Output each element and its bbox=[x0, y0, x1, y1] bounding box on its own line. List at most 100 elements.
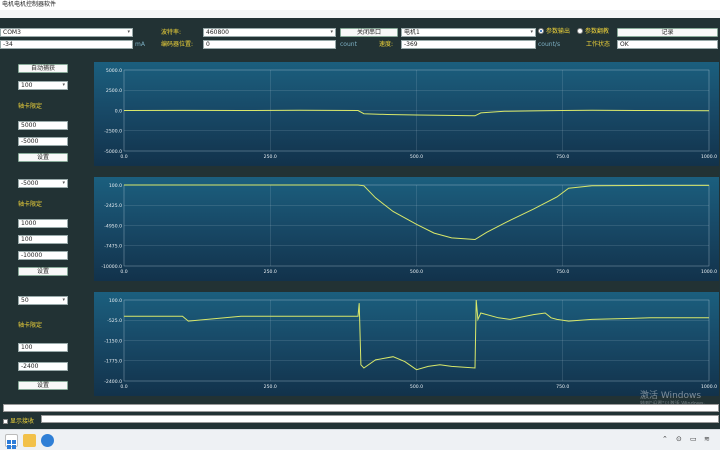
p3-field-2[interactable]: -2400 bbox=[18, 362, 68, 371]
y-tick-label: -1150.0 bbox=[104, 338, 122, 344]
current-field[interactable]: -34 bbox=[0, 40, 133, 49]
baud-label: 波特率: bbox=[161, 29, 182, 36]
p2-field-2[interactable]: 100 bbox=[18, 235, 68, 244]
chevron-down-icon: ▾ bbox=[62, 82, 65, 88]
file-explorer-icon[interactable] bbox=[23, 434, 36, 447]
p2-select[interactable]: -5000 ▾ bbox=[18, 179, 68, 188]
x-tick-label: 500.0 bbox=[410, 154, 423, 160]
y-tick-label: -4950.0 bbox=[104, 223, 122, 229]
display-icon[interactable]: ▭ bbox=[690, 435, 697, 443]
y-tick-label: 5000.0 bbox=[106, 68, 122, 74]
y-tick-label: 2500.0 bbox=[106, 88, 122, 94]
x-tick-label: 750.0 bbox=[556, 384, 569, 390]
chart-3-svg: 100.0 -525.0 -1150.0 -1775.0 -2400.00.0 250.0… bbox=[104, 298, 717, 390]
y-tick-label: 100.0 bbox=[109, 183, 122, 189]
p3-set-button[interactable]: 设置 bbox=[18, 381, 68, 390]
receive-field[interactable] bbox=[41, 415, 719, 423]
y-tick-label: -7475.0 bbox=[104, 244, 122, 250]
p1-axis-label: 轴卡限定 bbox=[18, 103, 43, 110]
p1-max-field[interactable]: 5000 bbox=[18, 121, 68, 130]
y-tick-label: 100.0 bbox=[109, 298, 122, 304]
start-icon[interactable] bbox=[5, 434, 18, 449]
p2-field-1[interactable]: 1000 bbox=[18, 219, 68, 228]
p1-select-value: 100 bbox=[21, 82, 33, 89]
p2-select-value: -5000 bbox=[21, 180, 39, 187]
radio-param-output-label: 参数输出 bbox=[546, 28, 571, 35]
motor-select-value: 电机1 bbox=[404, 29, 420, 36]
p3-select-value: 50 bbox=[21, 297, 29, 304]
app-window: 电机电机控制器软件 COM3 ▾ 波特率: 460800 ▾ 关闭串口 电机1 … bbox=[0, 0, 720, 450]
current-unit: mA bbox=[135, 41, 145, 48]
chevron-down-icon: ▾ bbox=[62, 297, 65, 303]
wifi-icon[interactable]: ≋ bbox=[704, 435, 710, 443]
encoder-field[interactable]: 0 bbox=[203, 40, 336, 49]
chart-1-svg: 5000.02500.00.0-2500.0-5000.00.0 250.0 500… bbox=[104, 68, 717, 160]
x-tick-label: 250.0 bbox=[264, 154, 277, 160]
p3-axis-label: 轴卡限定 bbox=[18, 322, 43, 329]
show-receive-checkbox[interactable]: 显示接收 bbox=[3, 416, 34, 425]
p2-field-3[interactable]: -10000 bbox=[18, 251, 68, 260]
speed-field[interactable]: -369 bbox=[401, 40, 536, 49]
p3-field-1[interactable]: 100 bbox=[18, 343, 68, 352]
chevron-down-icon: ▾ bbox=[530, 29, 533, 35]
port-select-value: COM3 bbox=[3, 29, 21, 36]
y-tick-label: -1775.0 bbox=[104, 359, 122, 365]
p1-select[interactable]: 100 ▾ bbox=[18, 81, 68, 90]
menu-strip bbox=[0, 10, 720, 18]
x-tick-label: 1000.0 bbox=[701, 154, 717, 160]
baud-select-value: 460800 bbox=[206, 29, 229, 36]
auto-capture-button[interactable]: 自动捕获 bbox=[18, 64, 68, 73]
speed-label: 速度: bbox=[379, 41, 394, 48]
y-tick-label: -2500.0 bbox=[104, 129, 122, 135]
x-tick-label: 500.0 bbox=[410, 384, 423, 390]
chevron-down-icon: ▾ bbox=[127, 29, 130, 35]
y-tick-label: -5000.0 bbox=[104, 149, 122, 155]
checkbox-icon bbox=[3, 419, 8, 424]
p3-select[interactable]: 50 ▾ bbox=[18, 296, 68, 305]
plot-panel-2: 100.0 -2425.0 -4950.0 -7475.0 -10000.0 0.0 250… bbox=[94, 177, 719, 281]
chevron-down-icon: ▾ bbox=[62, 180, 65, 186]
chevron-up-icon[interactable]: ⌃ bbox=[662, 435, 668, 443]
show-receive-label: 显示接收 bbox=[10, 418, 35, 425]
x-tick-label: 1000.0 bbox=[701, 269, 717, 275]
p1-set-button[interactable]: 设置 bbox=[18, 153, 68, 162]
x-tick-label: 0.0 bbox=[120, 269, 127, 275]
y-tick-label: 0.0 bbox=[115, 108, 122, 114]
radio-unselected-icon bbox=[577, 28, 583, 34]
plot-panel-3: 100.0 -525.0 -1150.0 -1775.0 -2400.0 0.0 250.0… bbox=[94, 292, 719, 396]
radio-param-read[interactable]: 参数翻教 bbox=[577, 28, 609, 36]
x-tick-label: 1000.0 bbox=[701, 384, 717, 390]
p2-axis-label: 轴卡限定 bbox=[18, 201, 43, 208]
radio-selected-icon bbox=[538, 28, 544, 34]
radio-param-read-label: 参数翻教 bbox=[585, 28, 610, 35]
network-icon[interactable]: ⊙ bbox=[676, 435, 682, 443]
x-tick-label: 0.0 bbox=[120, 154, 127, 160]
window-title: 电机电机控制器软件 bbox=[2, 1, 57, 8]
send-input[interactable] bbox=[3, 404, 719, 412]
radio-param-output[interactable]: 参数输出 bbox=[538, 28, 570, 36]
y-tick-label: -525.0 bbox=[107, 318, 122, 324]
p1-min-field[interactable]: -5000 bbox=[18, 137, 68, 146]
y-tick-label: -2425.0 bbox=[104, 203, 122, 209]
record-button[interactable]: 记录 bbox=[617, 28, 718, 37]
encoder-label: 编码器位置: bbox=[161, 41, 194, 48]
y-tick-label: -2400.0 bbox=[104, 379, 122, 385]
plot-panel-1: 5000.0 2500.0 0.0 -2500.0 -5000.0 0.0 250.0 500… bbox=[94, 62, 719, 166]
x-tick-label: 750.0 bbox=[556, 154, 569, 160]
close-port-button[interactable]: 关闭串口 bbox=[340, 28, 398, 37]
encoder-unit: count bbox=[340, 41, 357, 48]
baud-select[interactable]: 460800 ▾ bbox=[203, 28, 336, 37]
work-state-field[interactable]: OK bbox=[617, 40, 718, 49]
work-state-label: 工作状态 bbox=[586, 41, 611, 48]
x-tick-label: 500.0 bbox=[410, 269, 423, 275]
chevron-down-icon: ▾ bbox=[330, 29, 333, 35]
port-select[interactable]: COM3 ▾ bbox=[0, 28, 133, 37]
taskbar: ⌃ ⊙ ▭ ≋ bbox=[0, 429, 720, 450]
p2-set-button[interactable]: 设置 bbox=[18, 267, 68, 276]
x-tick-label: 750.0 bbox=[556, 269, 569, 275]
x-tick-label: 250.0 bbox=[264, 384, 277, 390]
x-tick-label: 250.0 bbox=[264, 269, 277, 275]
speed-unit: count/s bbox=[538, 41, 561, 48]
motor-select[interactable]: 电机1 ▾ bbox=[401, 28, 536, 37]
browser-icon[interactable] bbox=[41, 434, 54, 447]
